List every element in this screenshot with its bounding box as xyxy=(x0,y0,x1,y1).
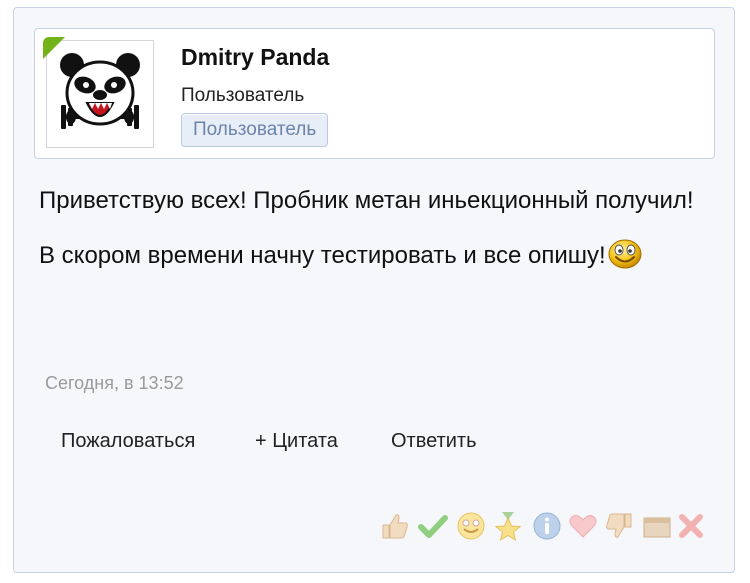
report-link[interactable]: Пожаловаться xyxy=(61,430,195,453)
info-icon[interactable] xyxy=(531,510,563,542)
author-name[interactable]: Dmitry Panda xyxy=(181,44,329,71)
reply-link[interactable]: Ответить xyxy=(391,430,477,453)
thumbs-down-icon[interactable] xyxy=(603,510,635,542)
close-icon[interactable] xyxy=(675,510,707,542)
message-text: Приветствую всех! Пробник метан иньекцио… xyxy=(39,187,694,269)
role-badge: Пользователь xyxy=(181,113,329,147)
online-indicator xyxy=(43,37,65,59)
heart-icon[interactable] xyxy=(567,510,599,542)
smile-icon[interactable] xyxy=(455,510,487,542)
thumbs-up-icon[interactable] xyxy=(379,510,411,542)
author-card: Dmitry Panda Пользователь Пользователь xyxy=(34,28,715,159)
author-title: Пользователь xyxy=(181,85,305,106)
quote-link[interactable]: + Цитата xyxy=(255,430,338,453)
star-award-icon[interactable] xyxy=(492,510,524,542)
post-timestamp[interactable]: Сегодня, в 13:52 xyxy=(45,373,184,394)
checkmark-icon[interactable] xyxy=(417,510,449,542)
message-body: Приветствую всех! Пробник метан иньекцио… xyxy=(39,173,709,289)
forum-post: Dmitry Panda Пользователь Пользователь П… xyxy=(13,7,735,573)
box-icon[interactable] xyxy=(641,510,673,542)
smile-emoji-icon xyxy=(608,234,642,289)
